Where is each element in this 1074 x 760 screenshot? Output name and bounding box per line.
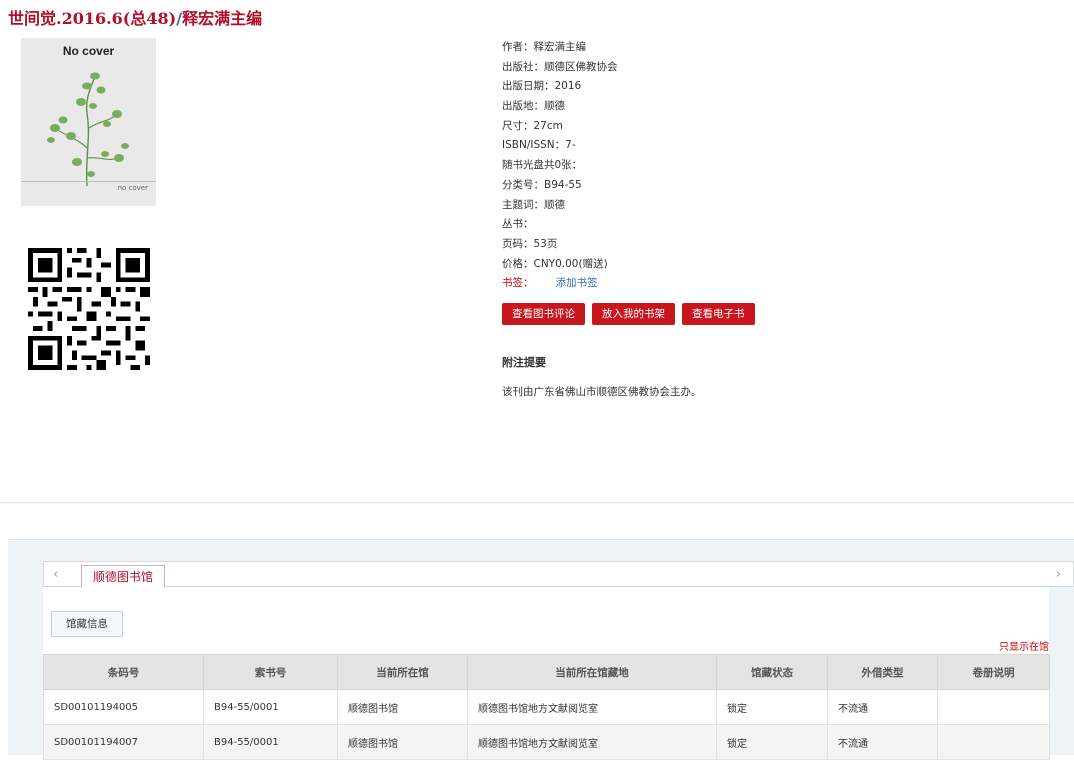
add-bookmark-link[interactable]: 添加书签 <box>556 277 598 289</box>
info-label: 丛书： <box>502 218 534 231</box>
column-header: 当前所在馆 <box>337 654 468 690</box>
info-value: 2016 <box>554 80 582 93</box>
info-row: 主题词：顺德 <box>502 199 618 219</box>
note-heading: 附注提要 <box>502 356 546 369</box>
info-row: 分类号：B94-55 <box>502 179 618 199</box>
column-header: 条码号 <box>43 654 204 690</box>
info-row: 价格：CNY0.00(赠送) <box>502 258 618 278</box>
info-label: 价格： <box>502 257 534 270</box>
column-header: 卷册说明 <box>937 654 1050 690</box>
info-value: CNY0.00(赠送) <box>533 257 608 270</box>
info-label: 出版社： <box>502 60 544 73</box>
book-cover: No cover no cover <box>21 38 156 206</box>
status-cell: 锁定 <box>716 724 828 760</box>
table-row: SD00101194005 B94-55/0001 顺德图书馆 顺德图书馆地方文… <box>43 689 1050 725</box>
info-label: 页码： <box>502 237 534 250</box>
info-row: 出版地：顺德 <box>502 100 618 120</box>
info-label: 主题词： <box>502 198 544 211</box>
bookmark-row: 书签： 添加书签 <box>502 277 618 297</box>
view-ebook-button[interactable]: 查看电子书 <box>682 303 755 325</box>
view-reviews-button[interactable]: 查看图书评论 <box>502 303 585 325</box>
info-row: 随书光盘共0张： <box>502 159 618 179</box>
table-header-row: 条码号 索书号 当前所在馆 当前所在馆藏地 馆藏状态 外借类型 卷册说明 <box>43 654 1050 690</box>
barcode-cell: SD00101194007 <box>43 724 204 760</box>
info-value: 27cm <box>533 119 563 132</box>
loan-type-cell: 不流通 <box>827 724 938 760</box>
holdings-table: 条码号 索书号 当前所在馆 当前所在馆藏地 馆藏状态 外借类型 卷册说明 SD0… <box>43 654 1050 760</box>
info-value: 7- <box>565 139 576 152</box>
library-cell: 顺德图书馆 <box>337 724 468 760</box>
chevron-left-icon[interactable]: ‹ <box>53 567 58 582</box>
info-row: 作者：释宏满主编 <box>502 41 618 61</box>
info-row: 丛书： <box>502 218 618 238</box>
note-text: 该刊由广东省佛山市顺德区佛教协会主办。 <box>502 386 702 398</box>
info-label: 出版日期： <box>502 80 555 93</box>
library-cell: 顺德图书馆 <box>337 689 468 725</box>
cover-small-label: no cover <box>117 184 148 192</box>
info-value: B94-55 <box>544 178 582 191</box>
call-number-cell: B94-55/0001 <box>203 724 338 760</box>
volume-note-cell <box>937 689 1050 725</box>
chevron-right-icon[interactable]: › <box>1056 567 1061 582</box>
location-cell: 顺德图书馆地方文献阅览室 <box>467 724 717 760</box>
info-row: 页码：53页 <box>502 238 618 258</box>
add-to-shelf-button[interactable]: 放入我的书架 <box>592 303 675 325</box>
section-divider <box>0 502 1074 503</box>
title-main: 世间觉.2016.6(总48) <box>8 9 177 28</box>
holdings-content: 馆藏信息 只显示在馆 条码号 索书号 当前所在馆 当前所在馆藏地 馆藏状态 外借… <box>43 587 1050 760</box>
info-value: 顺德区佛教协会 <box>544 60 618 73</box>
info-label: 作者： <box>502 41 534 53</box>
table-row: SD00101194007 B94-55/0001 顺德图书馆 顺德图书馆地方文… <box>43 724 1050 760</box>
tab-holdings-info[interactable]: 馆藏信息 <box>51 611 123 637</box>
info-label: 出版地： <box>502 100 544 113</box>
column-header: 外借类型 <box>827 654 938 690</box>
info-row: 出版社：顺德区佛教协会 <box>502 61 618 81</box>
loan-type-cell: 不流通 <box>827 689 938 725</box>
info-value: 53页 <box>533 237 558 250</box>
qr-code-icon <box>28 248 150 370</box>
barcode-cell: SD00101194005 <box>43 689 204 725</box>
location-cell: 顺德图书馆地方文献阅览室 <box>467 689 717 725</box>
tab-shunde-library[interactable]: 顺德图书馆 <box>81 565 166 588</box>
plant-illustration <box>47 72 129 187</box>
holdings-panel: ‹ 顺德图书馆 › 馆藏信息 只显示在馆 条码号 索书号 当前所在馆 当前所在馆… <box>8 539 1074 760</box>
info-value: 释宏满主编 <box>533 41 587 53</box>
column-header: 当前所在馆藏地 <box>467 654 717 690</box>
book-info: 作者：释宏满主编 出版社：顺德区佛教协会 出版日期：2016 出版地：顺德 尺寸… <box>502 41 618 297</box>
title-author[interactable]: 释宏满主编 <box>182 9 262 28</box>
info-row: 出版日期：2016 <box>502 80 618 100</box>
info-label: 随书光盘共0张： <box>502 159 583 172</box>
action-buttons: 查看图书评论 放入我的书架 查看电子书 <box>502 303 755 325</box>
status-cell: 锁定 <box>716 689 828 725</box>
info-row: ISBN/ISSN：7- <box>502 139 618 159</box>
info-label: 尺寸： <box>502 119 534 132</box>
info-row: 尺寸：27cm <box>502 120 618 140</box>
info-label: 分类号： <box>502 178 544 191</box>
cover-divider <box>21 181 156 182</box>
column-header: 索书号 <box>203 654 338 690</box>
bookmark-label: 书签： <box>502 277 534 290</box>
info-value: 顺德 <box>544 100 565 113</box>
call-number-cell: B94-55/0001 <box>203 689 338 725</box>
cover-label: No cover <box>62 44 115 58</box>
info-label: ISBN/ISSN： <box>502 139 566 152</box>
page-title: 世间觉.2016.6(总48)/释宏满主编 <box>8 5 262 29</box>
info-value: 顺德 <box>544 198 565 211</box>
column-header: 馆藏状态 <box>716 654 828 690</box>
volume-note-cell <box>937 724 1050 760</box>
library-tab-bar: ‹ 顺德图书馆 › <box>43 561 1074 588</box>
only-show-available-link[interactable]: 只显示在馆 <box>999 638 1049 653</box>
